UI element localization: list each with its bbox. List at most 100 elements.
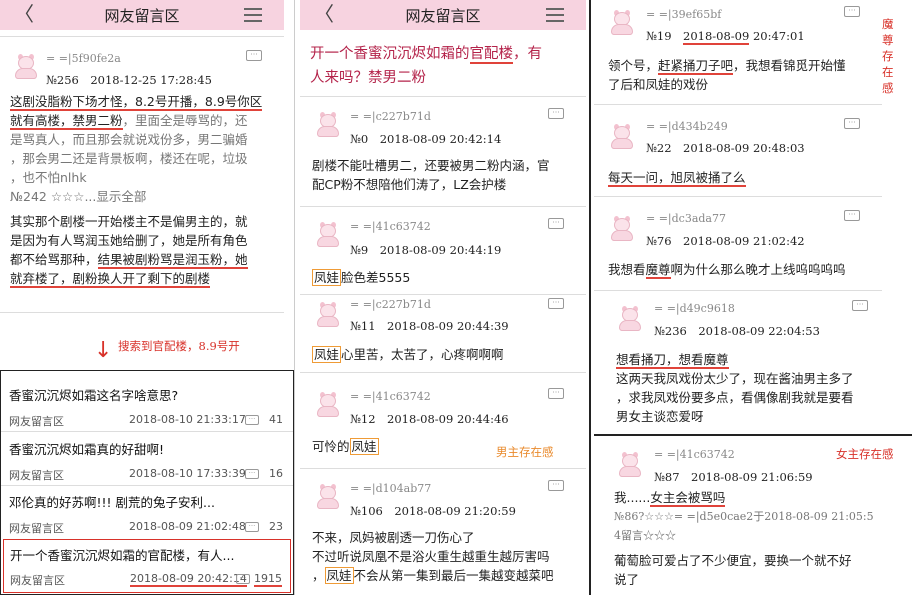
thread-title[interactable]: 香蜜沉沉烬如霜真的好甜啊! xyxy=(9,439,164,458)
reply-icon[interactable]: ··· xyxy=(852,300,868,311)
thread-date: 2018-08-09 21:02:48 xyxy=(129,520,246,533)
underlined-text: 结果被剧粉骂是润玉粉，她 xyxy=(97,252,248,269)
text: ，那会男二还是背景板啊，楼还在呢，垃圾 xyxy=(10,151,248,166)
user-id: = =|d49c9618 xyxy=(654,302,735,315)
divider xyxy=(0,312,284,313)
post-body: 我想看魔尊啊为什么那么晚才上线呜呜呜呜 xyxy=(608,262,846,279)
underlined-text: 8.9号你区 xyxy=(204,94,263,111)
underlined-text: 这剧没脂粉下场才怪，8.2号开播， xyxy=(10,94,205,111)
thread-title[interactable]: 邓伦真的好苏啊!!! 剧荒的兔子安利... xyxy=(9,492,215,511)
user-id: = =|41c63742 xyxy=(350,390,431,403)
text: ，里面全是辱骂的，还 xyxy=(122,113,248,128)
user-id: = =|39ef65bf xyxy=(646,8,722,21)
reply-icon[interactable]: ··· xyxy=(548,480,564,491)
avatar xyxy=(314,112,342,138)
thread-date: 2018-08-10 17:33:39 xyxy=(129,467,246,480)
panel-thread-replies: = =|39ef65bf №19 2018-08-09 20:47:01 ···… xyxy=(594,0,912,595)
post-meta: №9 2018-08-09 20:44:19 xyxy=(350,243,502,257)
divider xyxy=(594,290,882,291)
board-name: 网友留言区 xyxy=(10,574,65,587)
avatar xyxy=(616,306,644,332)
post-meta: №12 2018-08-09 20:44:46 xyxy=(350,412,509,426)
nav-title: 网友留言区 xyxy=(104,7,180,25)
divider xyxy=(300,468,586,469)
avatar xyxy=(616,452,644,478)
user-id: = =|dc3ada77 xyxy=(646,212,726,225)
board-name: 网友留言区 xyxy=(9,415,64,428)
user-id: = =|c227b71d xyxy=(350,110,431,123)
avatar xyxy=(608,124,636,150)
reply-count: 23 xyxy=(269,520,283,533)
reply-icon: ··· xyxy=(236,574,250,584)
annotation-male-lead: 男主存在感 xyxy=(496,445,554,459)
thread-meta: 网友留言区 2018-08-10 17:33:39 ··· 16 xyxy=(9,467,283,483)
reply-icon[interactable]: ··· xyxy=(246,50,262,61)
thread-meta: 网友留言区 2018-08-09 20:42:14 ··· 1915 xyxy=(10,572,282,588)
nav-bar: 〈 网友留言区 xyxy=(300,0,586,30)
panel-thread-list: 香蜜沉沉烬如霜这名字啥意思? 网友留言区 2018-08-10 21:33:17… xyxy=(0,370,294,595)
divider xyxy=(1,485,293,486)
post-body: 凤娃 心里苦，太苦了，心疼啊啊啊 xyxy=(312,346,504,363)
underlined-text: 就弃楼了，剧粉换人开了剩下的剧楼 xyxy=(10,271,211,288)
post-body: 每天一问，旭凤被捅了么 xyxy=(608,170,746,187)
nav-bar: 〈 网友留言区 xyxy=(0,0,284,30)
panel-thread-detail: 〈 网友留言区 开一个香蜜沉沉烬如霜的官配楼，有 人来吗？禁男二粉 = =|c2… xyxy=(300,0,586,595)
user-id: = =|5f90fe2a xyxy=(46,52,121,65)
text: 是因为有人骂润玉她给删了，她是所有角色 xyxy=(10,233,248,248)
reply-icon[interactable]: ··· xyxy=(548,388,564,399)
divider xyxy=(594,434,912,436)
user-id: = =|d434b249 xyxy=(646,120,728,133)
user-id: = =|41c63742 xyxy=(350,220,431,233)
reply-icon: ··· xyxy=(245,522,259,532)
text: 都不给骂那种， xyxy=(10,252,98,267)
reply-count: 1915 xyxy=(254,572,282,587)
text: 其实那个剧楼一开始楼主不是偏男主的，就 xyxy=(10,214,248,229)
reply-icon[interactable]: ··· xyxy=(548,298,564,309)
reply-icon: ··· xyxy=(245,415,259,425)
avatar xyxy=(314,302,342,328)
avatar xyxy=(314,484,342,510)
panel-post-256: 〈 网友留言区 = =|5f90fe2a №256 2018-12-25 17:… xyxy=(0,0,284,330)
board-name: 网友留言区 xyxy=(9,522,64,535)
user-id: = =|d104ab77 xyxy=(350,482,432,495)
panel-border xyxy=(294,0,295,595)
reply-count: 41 xyxy=(269,413,283,426)
divider xyxy=(594,104,882,105)
reply-icon[interactable]: ··· xyxy=(844,118,860,129)
avatar xyxy=(608,10,636,36)
thread-meta: 网友留言区 2018-08-09 21:02:48 ··· 23 xyxy=(9,520,283,536)
reply-icon[interactable]: ··· xyxy=(844,6,860,17)
reply-icon[interactable]: ··· xyxy=(548,108,564,119)
reply-icon[interactable]: ··· xyxy=(844,210,860,221)
user-id: = =|41c63742 xyxy=(654,448,735,461)
underlined-text: 就有高楼，禁男二粉 xyxy=(10,113,123,130)
post-meta: №76 2018-08-09 21:02:42 xyxy=(646,234,805,248)
board-name: 网友留言区 xyxy=(9,469,64,482)
search-annotation: 搜索到官配楼，8.9号开 xyxy=(118,339,240,353)
divider xyxy=(1,431,293,432)
highlighted-thread[interactable]: 开一个香蜜沉沉烬如霜的官配楼，有人... 网友留言区 2018-08-09 20… xyxy=(3,539,291,593)
post-body: 可怜的 凤娃 xyxy=(312,438,379,455)
thread-title[interactable]: 开一个香蜜沉沉烬如霜的官配楼，有人... xyxy=(10,545,234,564)
thread-title[interactable]: 香蜜沉沉烬如霜这名字啥意思? xyxy=(9,385,178,404)
down-arrow-icon: ↓ xyxy=(94,338,113,363)
post-body: 我......女主会被骂吗 №86?☆☆☆= =|d5e0cae2于2018-0… xyxy=(614,490,874,587)
avatar xyxy=(608,216,636,242)
text: ，也不怕nlhk xyxy=(10,170,87,185)
divider xyxy=(300,372,586,373)
post-meta: №22 2018-08-09 20:48:03 xyxy=(646,141,805,155)
annotation-demon-lord: 魔尊存在感 xyxy=(882,17,894,95)
menu-icon[interactable] xyxy=(546,8,564,22)
post-meta: №256 2018-12-25 17:28:45 xyxy=(46,73,212,87)
divider xyxy=(300,294,586,295)
menu-icon[interactable] xyxy=(244,8,262,22)
panel-border xyxy=(589,0,591,595)
reply-icon[interactable]: ··· xyxy=(548,218,564,229)
post-meta: №0 2018-08-09 20:42:14 xyxy=(350,132,502,146)
post-meta: №87 2018-08-09 21:06:59 xyxy=(654,470,813,484)
divider xyxy=(300,206,586,207)
quote-show-all[interactable]: №242 ☆☆☆...显示全部 xyxy=(10,187,278,206)
annotation-female-lead: 女主存在感 xyxy=(836,447,894,461)
post-meta: №11 2018-08-09 20:44:39 xyxy=(350,319,509,333)
avatar xyxy=(314,392,342,418)
